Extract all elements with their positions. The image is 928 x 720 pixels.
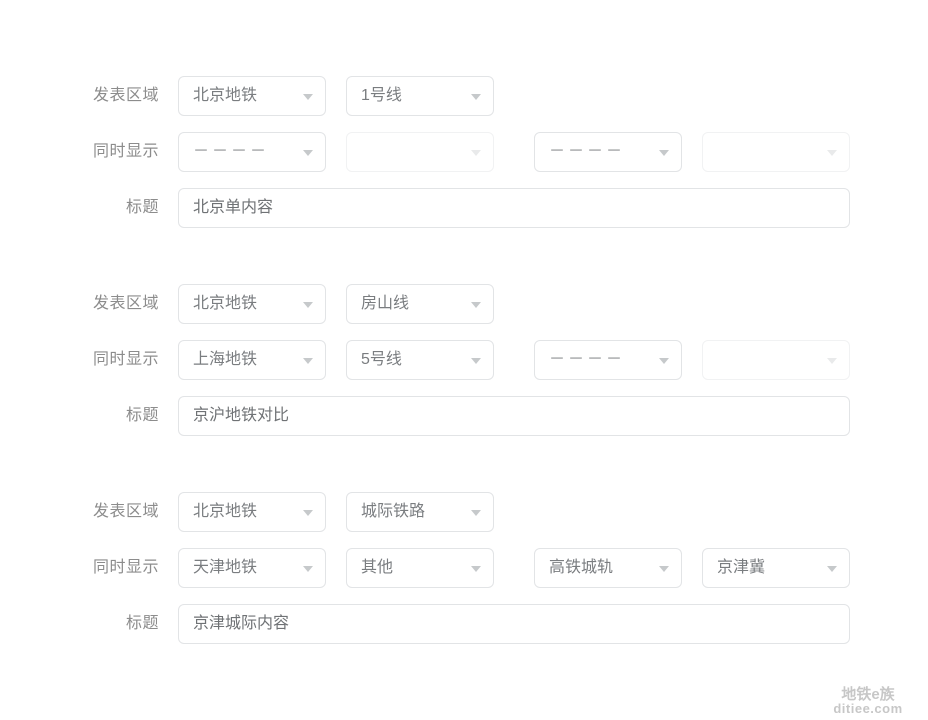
chevron-down-icon xyxy=(659,150,669,156)
select-box[interactable] xyxy=(346,132,494,172)
chevron-down-icon xyxy=(303,358,313,364)
select-box[interactable]: 北京地铁 xyxy=(178,76,326,116)
simul-select-2[interactable]: 5号线 xyxy=(346,340,494,380)
title-input[interactable]: 北京单内容 xyxy=(178,188,850,228)
select-value: 高铁城轨 xyxy=(549,559,614,576)
select-value: －－－－ xyxy=(549,143,626,160)
simul-select-2[interactable] xyxy=(346,132,494,172)
form-page: 发表区域 北京地铁 1号线 同时显示 －－－－ －－－－ 标题 北京单内容 发表… xyxy=(0,0,928,720)
select-box[interactable]: 高铁城轨 xyxy=(534,548,682,588)
area-select-city[interactable]: 北京地铁 xyxy=(178,76,326,116)
simul-select-1[interactable]: －－－－ xyxy=(178,132,326,172)
select-box[interactable]: 城际铁路 xyxy=(346,492,494,532)
select-box[interactable]: 5号线 xyxy=(346,340,494,380)
chevron-down-icon xyxy=(471,94,481,100)
area-select-city[interactable]: 北京地铁 xyxy=(178,284,326,324)
select-value: －－－－ xyxy=(549,351,626,368)
simul-select-1[interactable]: 天津地铁 xyxy=(178,548,326,588)
select-value: 房山线 xyxy=(361,295,410,312)
title-row: 标题 北京单内容 xyxy=(0,188,928,228)
chevron-down-icon xyxy=(303,510,313,516)
title-row: 标题 京沪地铁对比 xyxy=(0,396,928,436)
chevron-down-icon xyxy=(659,358,669,364)
area-row: 发表区域 北京地铁 1号线 xyxy=(0,76,928,116)
select-value: 城际铁路 xyxy=(361,503,426,520)
area-select-city[interactable]: 北京地铁 xyxy=(178,492,326,532)
title-input[interactable]: 京沪地铁对比 xyxy=(178,396,850,436)
area-row-label: 发表区域 xyxy=(92,295,159,312)
simultaneous-row: 同时显示 天津地铁 其他 高铁城轨 京津冀 xyxy=(0,548,928,588)
watermark-domain: ditiee.com xyxy=(833,701,903,717)
select-value: 其他 xyxy=(361,559,394,576)
chevron-down-icon xyxy=(471,358,481,364)
chevron-down-icon xyxy=(827,566,837,572)
select-value: 上海地铁 xyxy=(193,351,258,368)
simultaneous-row: 同时显示 上海地铁 5号线 －－－－ xyxy=(0,340,928,380)
chevron-down-icon xyxy=(659,566,669,572)
select-box[interactable]: 上海地铁 xyxy=(178,340,326,380)
select-box[interactable]: 其他 xyxy=(346,548,494,588)
title-row-label: 标题 xyxy=(125,407,159,424)
select-box[interactable] xyxy=(702,340,850,380)
select-value: 京津冀 xyxy=(717,559,766,576)
post-group-1: 发表区域 北京地铁 1号线 同时显示 －－－－ －－－－ 标题 北京单内容 xyxy=(0,76,928,228)
select-value: 北京地铁 xyxy=(193,295,258,312)
post-group-3: 发表区域 北京地铁 城际铁路 同时显示 天津地铁 其他 高铁城轨 京津冀 标题 … xyxy=(0,492,928,644)
area-row-label: 发表区域 xyxy=(92,87,159,104)
select-value: 北京地铁 xyxy=(193,503,258,520)
chevron-down-icon xyxy=(303,566,313,572)
site-watermark: 地铁e族 ditiee.com xyxy=(816,685,920,717)
select-value: －－－－ xyxy=(193,143,270,160)
title-row-label: 标题 xyxy=(125,615,159,632)
area-row: 发表区域 北京地铁 房山线 xyxy=(0,284,928,324)
simul-select-4[interactable] xyxy=(702,132,850,172)
simul-select-3[interactable]: －－－－ xyxy=(534,132,682,172)
watermark-brand: 地铁e族 xyxy=(841,685,895,703)
select-box[interactable]: －－－－ xyxy=(534,132,682,172)
select-value: 天津地铁 xyxy=(193,559,258,576)
title-row: 标题 京津城际内容 xyxy=(0,604,928,644)
chevron-down-icon xyxy=(471,302,481,308)
select-value: 1号线 xyxy=(361,87,402,104)
area-select-line[interactable]: 1号线 xyxy=(346,76,494,116)
area-select-line[interactable]: 城际铁路 xyxy=(346,492,494,532)
select-box[interactable]: 房山线 xyxy=(346,284,494,324)
select-value: 北京地铁 xyxy=(193,87,258,104)
chevron-down-icon xyxy=(471,566,481,572)
post-group-2: 发表区域 北京地铁 房山线 同时显示 上海地铁 5号线 －－－－ 标题 京沪地铁… xyxy=(0,284,928,436)
simultaneous-row-label: 同时显示 xyxy=(92,143,159,160)
select-value: 5号线 xyxy=(361,351,402,368)
simultaneous-row-label: 同时显示 xyxy=(92,351,159,368)
area-select-line[interactable]: 房山线 xyxy=(346,284,494,324)
select-box[interactable]: 京津冀 xyxy=(702,548,850,588)
simul-select-2[interactable]: 其他 xyxy=(346,548,494,588)
select-box[interactable]: 天津地铁 xyxy=(178,548,326,588)
chevron-down-icon xyxy=(303,302,313,308)
select-box[interactable]: －－－－ xyxy=(178,132,326,172)
chevron-down-icon xyxy=(303,150,313,156)
select-box[interactable]: －－－－ xyxy=(534,340,682,380)
chevron-down-icon xyxy=(827,150,837,156)
simultaneous-row-label: 同时显示 xyxy=(92,559,159,576)
simul-select-3[interactable]: 高铁城轨 xyxy=(534,548,682,588)
area-row-label: 发表区域 xyxy=(92,503,159,520)
simul-select-4[interactable] xyxy=(702,340,850,380)
chevron-down-icon xyxy=(471,150,481,156)
simul-select-1[interactable]: 上海地铁 xyxy=(178,340,326,380)
select-box[interactable] xyxy=(702,132,850,172)
select-box[interactable]: 北京地铁 xyxy=(178,492,326,532)
select-box[interactable]: 1号线 xyxy=(346,76,494,116)
chevron-down-icon xyxy=(471,510,481,516)
simul-select-3[interactable]: －－－－ xyxy=(534,340,682,380)
simul-select-4[interactable]: 京津冀 xyxy=(702,548,850,588)
select-box[interactable]: 北京地铁 xyxy=(178,284,326,324)
title-row-label: 标题 xyxy=(125,199,159,216)
area-row: 发表区域 北京地铁 城际铁路 xyxy=(0,492,928,532)
chevron-down-icon xyxy=(827,358,837,364)
chevron-down-icon xyxy=(303,94,313,100)
title-input[interactable]: 京津城际内容 xyxy=(178,604,850,644)
simultaneous-row: 同时显示 －－－－ －－－－ xyxy=(0,132,928,172)
